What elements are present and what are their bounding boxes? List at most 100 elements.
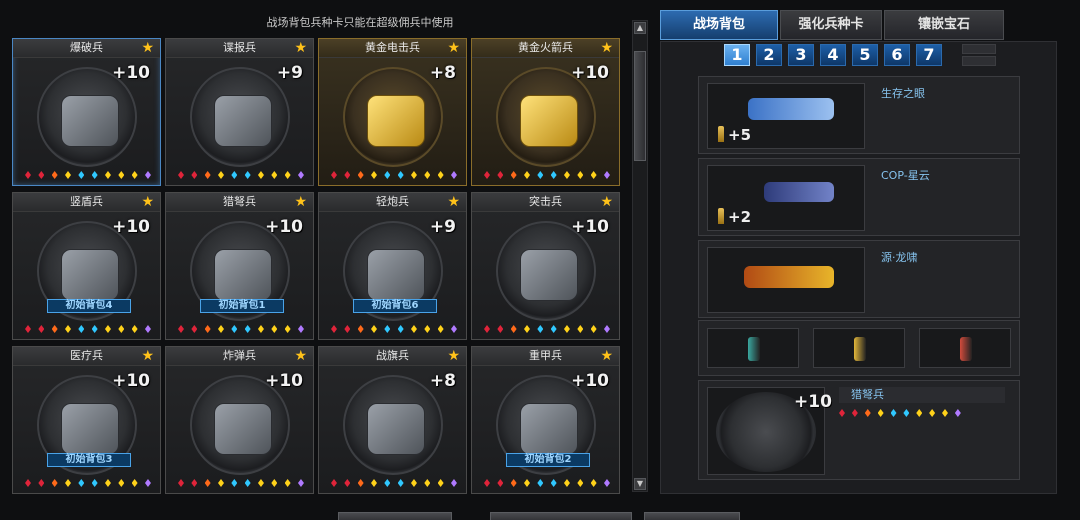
gem-icon bbox=[144, 479, 151, 487]
gem-icon bbox=[271, 325, 278, 333]
card-disc bbox=[343, 67, 443, 167]
ammo-count: +2 bbox=[718, 208, 751, 226]
card-title: 猎弩兵 ★ bbox=[166, 193, 313, 212]
footer-button-2[interactable] bbox=[490, 512, 632, 520]
soldier-card[interactable]: 爆破兵 ★ +10 bbox=[12, 38, 161, 186]
gem-icon bbox=[603, 171, 610, 179]
soldier-card[interactable]: 谍报兵 ★ +9 bbox=[165, 38, 314, 186]
page-7-button[interactable]: 7 bbox=[916, 44, 942, 66]
page-prev-button[interactable] bbox=[962, 44, 996, 54]
soldier-card[interactable]: 竖盾兵 ★ +10 初始背包4 bbox=[12, 192, 161, 340]
soldier-card[interactable]: 突击兵 ★ +10 bbox=[471, 192, 620, 340]
card-name: 突击兵 bbox=[529, 195, 562, 208]
initial-pack-badge: 初始背包3 bbox=[47, 453, 131, 467]
gem-icon bbox=[357, 479, 364, 487]
tab-2[interactable]: 强化兵种卡 bbox=[780, 10, 882, 40]
card-level: +10 bbox=[265, 371, 303, 391]
gem-icon bbox=[244, 325, 251, 333]
ammo-value: +2 bbox=[728, 208, 752, 226]
bullet-icon bbox=[718, 208, 724, 224]
smg-icon bbox=[748, 98, 834, 120]
gem-icon bbox=[942, 409, 948, 417]
gem-icon bbox=[523, 171, 530, 179]
page-next-button[interactable] bbox=[962, 56, 996, 66]
gem-icon bbox=[118, 325, 125, 333]
weapon-name: COP-星云 bbox=[881, 169, 930, 182]
gem-icon bbox=[204, 479, 211, 487]
soldier-card-slot[interactable]: +10 猎弩兵 bbox=[698, 380, 1020, 480]
gem-icon bbox=[497, 171, 504, 179]
gem-row bbox=[25, 479, 151, 487]
soldier-card[interactable]: 重甲兵 ★ +10 初始背包2 bbox=[471, 346, 620, 494]
soldier-card[interactable]: 医疗兵 ★ +10 初始背包3 bbox=[12, 346, 161, 494]
page-3-button[interactable]: 3 bbox=[788, 44, 814, 66]
item-slot-3[interactable] bbox=[919, 328, 1011, 368]
gem-icon bbox=[550, 325, 557, 333]
gem-icon bbox=[864, 409, 871, 417]
card-name: 战旗兵 bbox=[376, 349, 409, 362]
gem-row bbox=[484, 325, 610, 333]
scroll-down-button[interactable]: ▼ bbox=[634, 478, 646, 490]
weapon-slot[interactable]: +5 生存之眼 bbox=[698, 76, 1020, 154]
gem-icon bbox=[577, 171, 584, 179]
gem-icon bbox=[916, 409, 923, 417]
page-6-button[interactable]: 6 bbox=[884, 44, 910, 66]
axe-icon bbox=[744, 266, 834, 288]
item-slot-1[interactable] bbox=[707, 328, 799, 368]
gem-icon bbox=[344, 325, 351, 333]
gem-icon bbox=[178, 171, 184, 179]
gem-icon bbox=[839, 409, 845, 417]
card-title: 黄金火箭兵 ★ bbox=[472, 39, 619, 58]
tab-3[interactable]: 镶嵌宝石 bbox=[884, 10, 1004, 40]
ammo-count: +5 bbox=[718, 126, 751, 144]
gem-icon bbox=[450, 325, 457, 333]
gem-icon bbox=[550, 479, 557, 487]
page-5-button[interactable]: 5 bbox=[852, 44, 878, 66]
ammo-value: +5 bbox=[728, 126, 752, 144]
card-disc bbox=[190, 67, 290, 167]
weapon-art bbox=[707, 247, 865, 313]
gem-icon bbox=[890, 409, 897, 417]
gem-icon bbox=[550, 171, 557, 179]
soldier-card[interactable]: 黄金电击兵 ★ +8 bbox=[318, 38, 467, 186]
weapon-slot[interactable]: +2 COP-星云 bbox=[698, 158, 1020, 236]
soldier-card[interactable]: 黄金火箭兵 ★ +10 bbox=[471, 38, 620, 186]
weapon-name: 生存之眼 bbox=[881, 87, 925, 100]
soldier-card[interactable]: 战旗兵 ★ +8 bbox=[318, 346, 467, 494]
gem-icon bbox=[191, 479, 198, 487]
gem-icon bbox=[91, 325, 98, 333]
card-grid: 爆破兵 ★ +10 谍报兵 ★ +9 黄金电击兵 ★ +8 黄金火箭兵 ★ +1… bbox=[12, 38, 624, 494]
soldier-card[interactable]: 猎弩兵 ★ +10 初始背包1 bbox=[165, 192, 314, 340]
scroll-thumb[interactable] bbox=[634, 51, 646, 161]
gem-icon bbox=[217, 171, 224, 179]
tab-1[interactable]: 战场背包 bbox=[660, 10, 778, 40]
gem-icon bbox=[331, 171, 337, 179]
page-2-button[interactable]: 2 bbox=[756, 44, 782, 66]
gem-icon bbox=[510, 171, 517, 179]
soldier-card[interactable]: 炸弹兵 ★ +10 bbox=[165, 346, 314, 494]
gem-icon bbox=[450, 171, 457, 179]
gem-icon bbox=[297, 171, 304, 179]
gem-icon bbox=[563, 171, 570, 179]
card-name: 炸弹兵 bbox=[223, 349, 256, 362]
star-icon: ★ bbox=[447, 194, 460, 210]
footer-button-1[interactable] bbox=[338, 512, 452, 520]
card-level: +10 bbox=[571, 63, 609, 83]
footer-button-3[interactable] bbox=[644, 512, 740, 520]
page-4-button[interactable]: 4 bbox=[820, 44, 846, 66]
weapon-slot[interactable]: 源·龙啸 bbox=[698, 240, 1020, 318]
gem-icon bbox=[244, 171, 251, 179]
item-slot-2[interactable] bbox=[813, 328, 905, 368]
star-icon: ★ bbox=[447, 40, 460, 56]
soldier-card[interactable]: 轻炮兵 ★ +9 初始背包6 bbox=[318, 192, 467, 340]
gem-icon bbox=[437, 479, 444, 487]
scrollbar[interactable]: ▲ ▼ bbox=[632, 20, 648, 492]
gem-icon bbox=[257, 171, 264, 179]
initial-pack-badge: 初始背包1 bbox=[200, 299, 284, 313]
gem-icon bbox=[191, 325, 198, 333]
gem-icon bbox=[851, 409, 858, 417]
gem-icon bbox=[563, 479, 570, 487]
page-1-button[interactable]: 1 bbox=[724, 44, 750, 66]
card-name: 黄金火箭兵 bbox=[518, 41, 573, 54]
scroll-up-button[interactable]: ▲ bbox=[634, 22, 646, 34]
